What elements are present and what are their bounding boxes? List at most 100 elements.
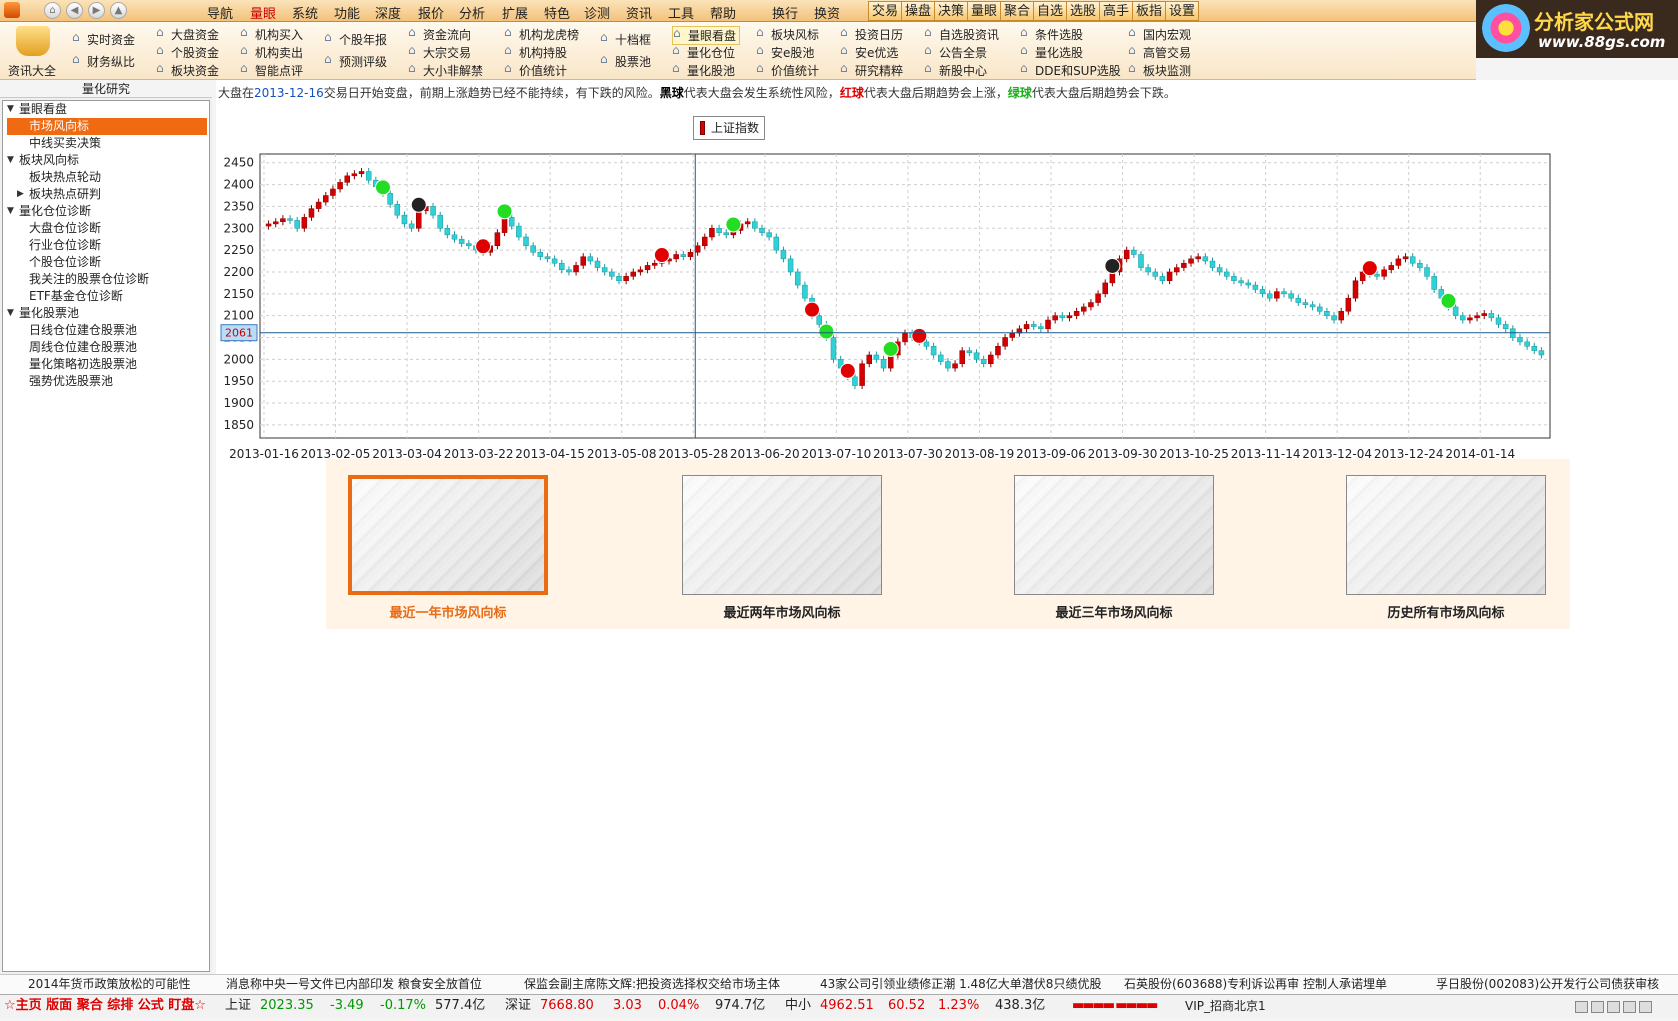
menu-item[interactable]: 特色 [544,3,570,22]
toolbar-link[interactable]: 安e股池 [756,43,814,61]
thumbnail-label[interactable]: 最近两年市场风向标 [662,602,902,621]
news-item[interactable]: 43家公司引领业绩修正潮 1.48亿大单潜伏8只绩优股 [820,975,1101,994]
toolbar-link[interactable]: DDE和SUP选股 [1020,61,1121,79]
toolbar-link[interactable]: 量眼看盘 [672,26,741,45]
news-button-label[interactable]: 资讯大全 [8,62,56,79]
tree-item[interactable]: 强势优选股票池 [3,373,207,390]
toolbar-link[interactable]: 个股年报 [324,30,387,48]
up-icon[interactable]: ▲ [110,2,127,19]
toolbar-tab[interactable]: 板指 [1132,1,1167,21]
menu-item[interactable]: 量眼 [250,3,276,22]
collapse-arrow-icon[interactable]: ▶ [17,186,24,203]
toolbar-tab[interactable]: 设置 [1165,1,1200,21]
tree-item[interactable]: ▼ 板块风向标 [3,152,207,169]
toolbar-tab[interactable]: 决策 [934,1,969,21]
news-item[interactable]: 石英股份(603688)专利诉讼再审 控制人承诺埋单 [1124,975,1387,994]
toolbar-link[interactable]: 股票池 [600,52,651,70]
news-item[interactable]: 孚日股份(002083)公开发行公司债获审核 [1436,975,1659,994]
toolbar-link[interactable]: 量化选股 [1020,43,1083,61]
thumbnail[interactable] [348,475,548,595]
status-nav[interactable]: ☆主页 版面 聚合 综排 公式 盯盘☆ [4,995,206,1017]
tree-item[interactable]: ▼ 量化仓位诊断 [3,203,207,220]
toolbar-link[interactable]: 自选股资讯 [924,25,999,43]
toolbar-link[interactable]: 高管交易 [1128,43,1191,61]
menu-item[interactable]: 分析 [459,3,485,22]
tree-item[interactable]: 大盘仓位诊断 [3,220,207,237]
tree-item[interactable]: 量化策略初选股票池 [3,356,207,373]
tree-item[interactable]: 板块热点轮动 [3,169,207,186]
toolbar-link[interactable]: 个股资金 [156,43,219,61]
thumbnail[interactable] [1346,475,1546,595]
toolbar-link[interactable]: 公告全景 [924,43,987,61]
tree-item[interactable]: ▼ 量化股票池 [3,305,207,322]
tree-item[interactable]: 周线仓位建仓股票池 [3,339,207,356]
window-icon[interactable] [1575,1001,1588,1013]
toolbar-link[interactable]: 板块监测 [1128,61,1191,79]
news-item[interactable]: 2014年货币政策放松的可能性 [28,975,191,994]
menu-item[interactable]: 资讯 [626,3,652,22]
news-item[interactable]: 消息称中央一号文件已内部印发 粮食安全放首位 [226,975,482,994]
toolbar-link[interactable]: 机构持股 [504,43,567,61]
toolbar-tab[interactable]: 高手 [1099,1,1134,21]
toolbar-link[interactable]: 条件选股 [1020,25,1083,43]
toolbar-link[interactable]: 智能点评 [240,61,303,79]
menu-item[interactable]: 换行 [772,3,798,22]
news-item[interactable]: 保监会副主席陈文辉:把投资选择权交给市场主体 [524,975,780,994]
signal-icon[interactable] [1623,1001,1636,1013]
tree-item[interactable]: ▼ 量眼看盘 [3,101,207,118]
menu-item[interactable]: 帮助 [710,3,736,22]
news-icon[interactable] [16,26,50,56]
back-icon[interactable]: ◀ [66,2,83,19]
toolbar-link[interactable]: 国内宏观 [1128,25,1191,43]
toolbar-link[interactable]: 资金流向 [408,25,471,43]
toolbar-link[interactable]: 投资日历 [840,25,903,43]
thumbnail[interactable] [682,475,882,595]
toolbar-tab[interactable]: 选股 [1066,1,1101,21]
menu-item[interactable]: 报价 [418,3,444,22]
toolbar-link[interactable]: 量化股池 [672,61,735,79]
toolbar-link[interactable]: 实时资金 [72,30,135,48]
toolbar-link[interactable]: 价值统计 [504,61,567,79]
toolbar-link[interactable]: 研究精粹 [840,61,903,79]
toolbar-link[interactable]: 安e优选 [840,43,898,61]
mail-icon[interactable] [1591,1001,1604,1013]
thumbnail[interactable] [1014,475,1214,595]
tree-item[interactable]: ETF基金仓位诊断 [3,288,207,305]
expand-arrow-icon[interactable]: ▼ [7,152,14,169]
toolbar-link[interactable]: 机构龙虎榜 [504,25,579,43]
tree-item[interactable]: 日线仓位建仓股票池 [3,322,207,339]
menu-item[interactable]: 深度 [375,3,401,22]
toolbar-link[interactable]: 预测评级 [324,52,387,70]
toolbar-link[interactable]: 板块资金 [156,61,219,79]
toolbar-link[interactable]: 财务纵比 [72,52,135,70]
thumbnail-label[interactable]: 最近三年市场风向标 [994,602,1234,621]
tree-item[interactable]: 我关注的股票仓位诊断 [3,271,207,288]
toolbar-link[interactable]: 机构卖出 [240,43,303,61]
home-icon[interactable]: ⌂ [44,2,61,19]
settings-icon[interactable] [1639,1001,1652,1013]
toolbar-link[interactable]: 新股中心 [924,61,987,79]
tree-item[interactable]: 中线买卖决策 [3,135,207,152]
toolbar-link[interactable]: 大小非解禁 [408,61,483,79]
tree-item[interactable]: 行业仓位诊断 [3,237,207,254]
toolbar-link[interactable]: 大盘资金 [156,25,219,43]
menu-item[interactable]: 导航 [207,3,233,22]
menu-item[interactable]: 扩展 [502,3,528,22]
menu-item[interactable]: 功能 [334,3,360,22]
toolbar-tab[interactable]: 量眼 [967,1,1002,21]
menu-item[interactable]: 系统 [292,3,318,22]
forward-icon[interactable]: ▶ [88,2,105,19]
menu-item[interactable]: 换资 [814,3,840,22]
toolbar-link[interactable]: 机构买入 [240,25,303,43]
toolbar-tab[interactable]: 聚合 [1000,1,1035,21]
expand-arrow-icon[interactable]: ▼ [7,305,14,322]
tree-item[interactable]: 个股仓位诊断 [3,254,207,271]
toolbar-tab[interactable]: 自选 [1033,1,1068,21]
market-chart[interactable]: 2450240023502300225022002150210020502000… [216,140,1678,460]
refresh-icon[interactable] [1607,1001,1620,1013]
tree-item[interactable]: 市场风向标 [7,118,207,135]
toolbar-tab[interactable]: 交易 [868,1,903,21]
toolbar-link[interactable]: 量化仓位 [672,43,735,61]
menu-item[interactable]: 诊测 [584,3,610,22]
toolbar-link[interactable]: 十档框 [600,30,651,48]
